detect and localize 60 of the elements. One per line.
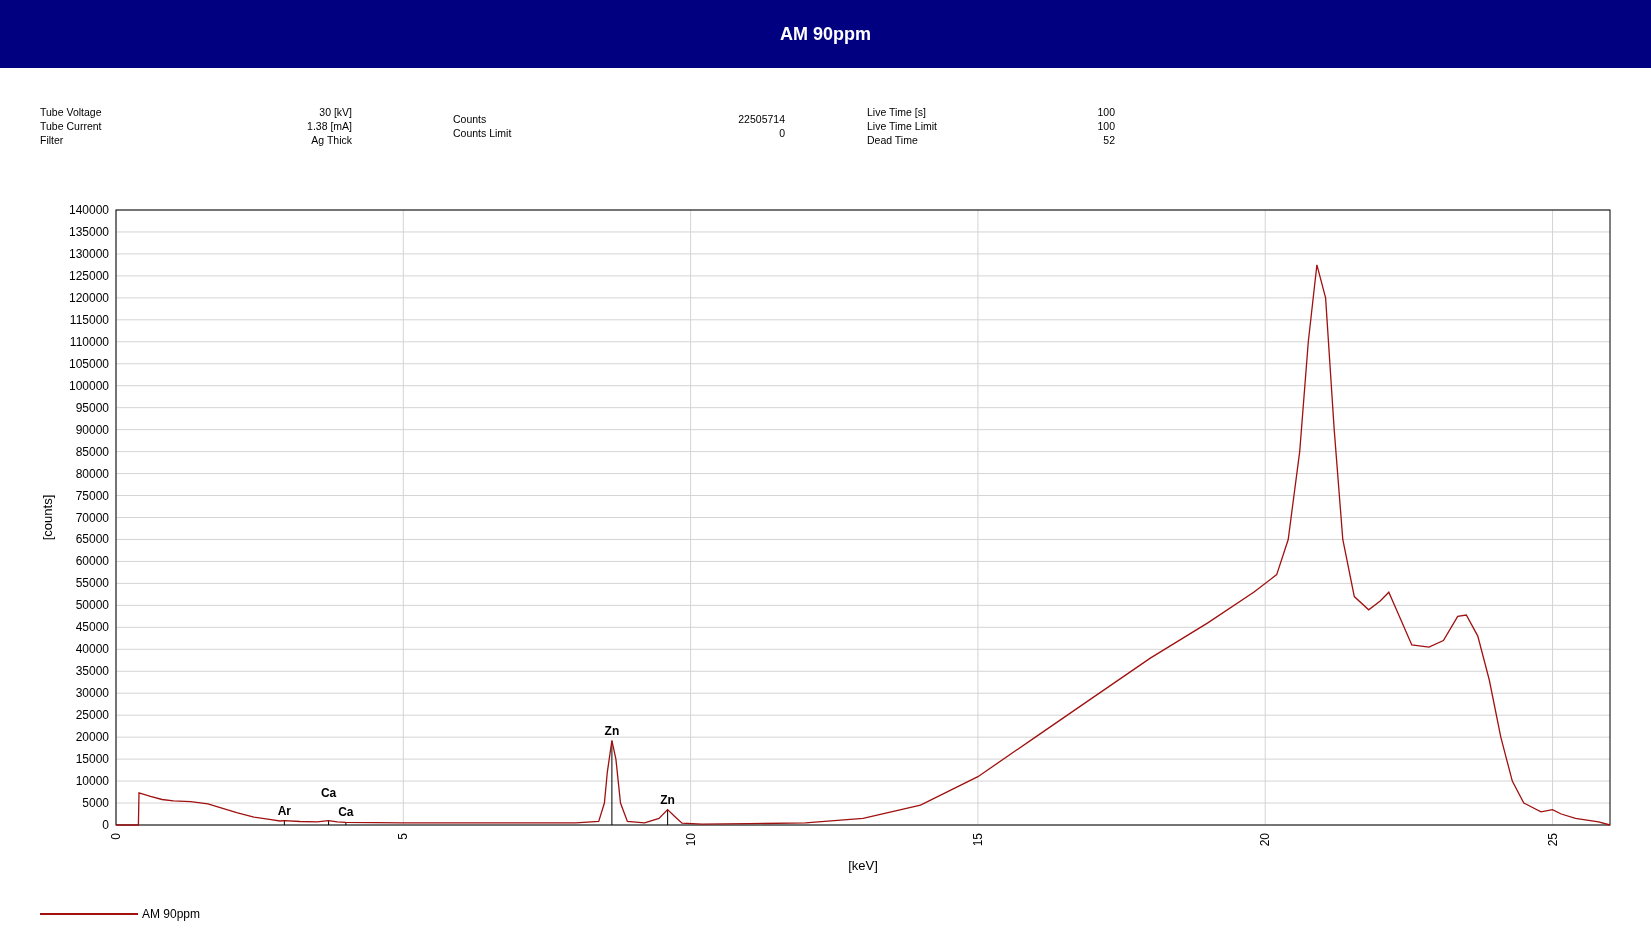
report-title: AM 90ppm (780, 23, 871, 45)
parameter-label: Live Time Limit (867, 119, 938, 133)
y-tick-label: 125000 (68, 268, 109, 283)
peak-label: Ar (277, 803, 292, 818)
y-tick-label: 25000 (75, 708, 109, 723)
y-tick-label: 20000 (75, 730, 109, 745)
y-tick-label: 110000 (69, 334, 109, 349)
y-tick-label: 70000 (75, 510, 109, 525)
parameter-value: Ag Thick (311, 133, 352, 147)
parameter-value: 22505714 (738, 112, 785, 126)
x-tick-label: 15 (970, 833, 985, 847)
peak-label: Zn (660, 792, 675, 807)
x-tick-label: 0 (109, 833, 123, 840)
y-tick-label: 50000 (75, 598, 109, 613)
parameter-label: Live Time [s] (867, 105, 926, 119)
peak-label: Zn (604, 723, 620, 738)
parameter-label: Counts Limit (453, 126, 512, 140)
parameter-label: Counts (453, 112, 487, 126)
parameter-label: Tube Voltage (40, 105, 102, 119)
legend-label: AM 90ppm (142, 907, 201, 921)
x-tick-label: 25 (1545, 833, 1560, 847)
y-tick-label: 115000 (69, 312, 109, 327)
x-tick-label: 10 (683, 833, 698, 847)
y-tick-label: 130000 (68, 246, 109, 261)
y-tick-label: 0 (102, 818, 109, 832)
y-tick-label: 45000 (75, 620, 109, 635)
y-tick-label: 55000 (75, 576, 109, 591)
parameter-value: 100 (1097, 105, 1115, 119)
y-tick-label: 10000 (75, 774, 109, 789)
y-tick-label: 85000 (75, 444, 109, 459)
parameter-label: Tube Current (40, 119, 102, 133)
parameter-value: 0 (779, 126, 785, 140)
y-tick-label: 90000 (75, 422, 109, 437)
x-axis-label: [keV] (848, 858, 878, 873)
y-tick-label: 135000 (68, 224, 109, 239)
y-tick-label: 95000 (75, 400, 109, 415)
parameter-value: 100 (1097, 119, 1115, 133)
y-tick-label: 30000 (75, 686, 109, 701)
parameter-value: 52 (1103, 133, 1115, 147)
y-tick-label: 105000 (68, 356, 109, 371)
peak-label: Ca (320, 785, 337, 800)
parameter-value: 30 [kV] (319, 105, 352, 119)
x-tick-label: 5 (396, 833, 411, 840)
parameter-value: 1.38 [mA] (307, 119, 352, 133)
y-tick-label: 15000 (75, 752, 109, 767)
parameter-label: Filter (40, 133, 64, 147)
y-tick-label: 100000 (68, 378, 109, 393)
y-tick-label: 35000 (75, 664, 109, 679)
y-axis-label: [counts] (40, 494, 55, 541)
y-tick-label: 140000 (68, 203, 109, 217)
y-tick-label: 120000 (68, 290, 109, 305)
peak-label: Ca (338, 805, 354, 820)
y-tick-label: 80000 (75, 466, 109, 481)
x-tick-label: 20 (1258, 833, 1273, 847)
parameter-label: Dead Time (867, 133, 918, 147)
y-tick-label: 60000 (75, 554, 109, 569)
y-tick-label: 75000 (75, 488, 109, 503)
y-tick-label: 65000 (75, 532, 109, 547)
y-tick-label: 40000 (75, 642, 109, 657)
y-tick-label: 5000 (82, 796, 109, 811)
